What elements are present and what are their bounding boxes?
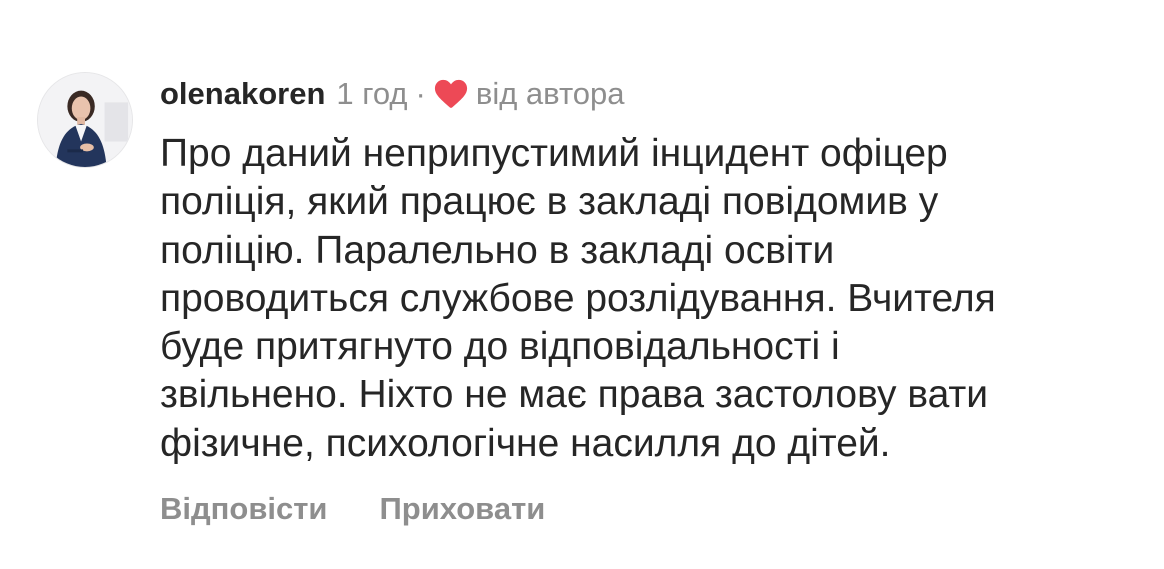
comment-text-line: Про даний неприпустимий інцидент офіцер [160, 132, 948, 175]
meta-separator: · [415, 76, 426, 111]
heart-icon [434, 79, 468, 109]
avatar[interactable] [37, 72, 133, 168]
comment-text-line: фізичне, психологічне насилля до дітей. [160, 421, 891, 465]
comment-text-line: поліція, який працює в закладі повідомив… [160, 180, 939, 224]
comment-header: olenakoren 1 год · від автора [160, 74, 625, 114]
reply-button[interactable]: Відповісти [160, 491, 328, 527]
comment-actions: Відповісти Приховати [160, 488, 545, 530]
username-link[interactable]: olenakoren [160, 76, 325, 112]
comment-text-line: звільнено. Ніхто не має права застолову … [160, 373, 989, 417]
comment: olenakoren 1 год · від автора Про даний … [0, 0, 1164, 569]
comment-text: Про даний неприпустимий інцидент офіцер … [160, 130, 1150, 468]
comment-text-line: проводиться службове розлідування. Вчите… [160, 276, 996, 320]
comment-timestamp[interactable]: 1 год [336, 76, 407, 112]
avatar-photo [38, 73, 132, 167]
comment-text-line: буде притягнуто до відповідальності і [160, 325, 840, 369]
hide-button[interactable]: Приховати [380, 491, 546, 527]
liked-by-author-label: від автора [475, 76, 625, 111]
comment-text-line: поліцію. Паралельно в закладі освіти [160, 228, 835, 272]
